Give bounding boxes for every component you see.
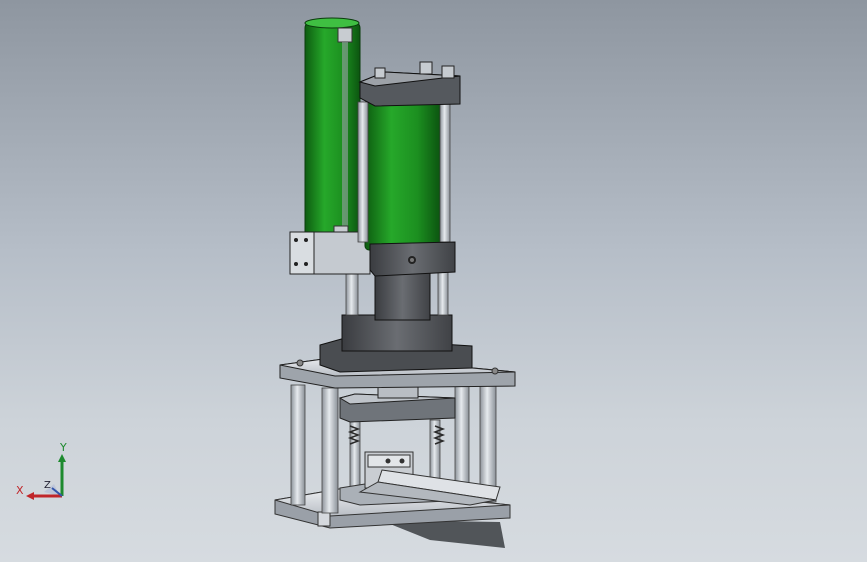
axis-x-label: X — [16, 484, 24, 497]
cylinder-top-cap[interactable] — [358, 61, 461, 107]
green-cylinder-left[interactable] — [304, 17, 361, 241]
springs — [347, 425, 446, 445]
cad-viewport[interactable]: X Y Z — [0, 0, 867, 562]
axis-z-label: Z — [44, 480, 51, 491]
axis-y-label: Y — [60, 441, 67, 454]
green-cylinder-right[interactable] — [357, 99, 451, 251]
cylinder-bottom-cap[interactable] — [369, 241, 456, 277]
cylinder-base-block[interactable] — [319, 314, 473, 373]
press-machine-model[interactable] — [0, 0, 867, 562]
orientation-triad[interactable]: X Y Z — [14, 440, 74, 510]
punch-plate[interactable] — [338, 382, 456, 423]
